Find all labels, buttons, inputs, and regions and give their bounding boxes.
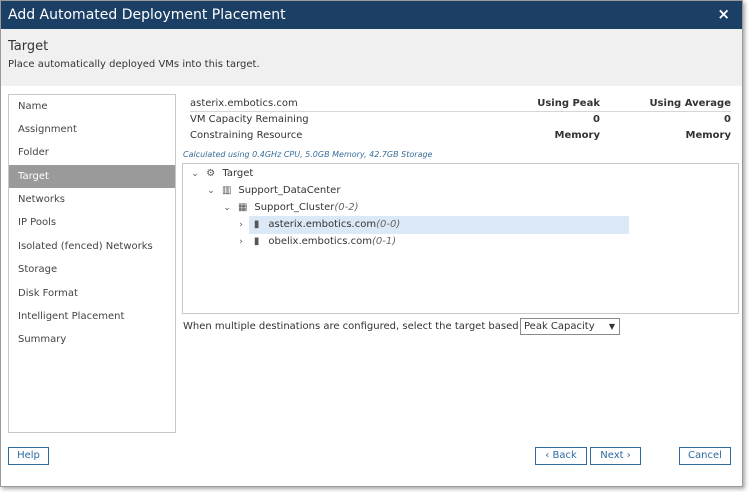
host-icon: ▮ — [253, 236, 260, 247]
nav-item-storage[interactable]: Storage — [9, 258, 175, 281]
back-label: Back — [552, 450, 577, 461]
chevron-down-icon[interactable]: ⌄ — [205, 183, 217, 200]
calculation-note: Calculated using 0.4GHz CPU, 5.0GB Memor… — [183, 150, 433, 159]
cancel-button[interactable]: Cancel — [679, 447, 731, 465]
tree-node-label: asterix.embotics.com — [268, 219, 377, 230]
col-header-peak: Using Peak — [537, 98, 600, 109]
row-label: Constraining Resource — [190, 130, 303, 141]
nav-item-folder[interactable]: Folder — [9, 141, 175, 164]
nav-item-networks[interactable]: Networks — [9, 188, 175, 211]
peak-value: Memory — [554, 130, 600, 141]
chevron-down-icon[interactable]: ⌄ — [189, 166, 201, 183]
help-button[interactable]: Help — [8, 447, 49, 465]
tree-node-datacenter[interactable]: ⌄ ▥ Support_DataCenter — [205, 182, 340, 199]
capacity-row: Constraining Resource Memory Memory — [190, 128, 731, 144]
next-button[interactable]: Next › — [590, 447, 641, 465]
row-label: VM Capacity Remaining — [190, 114, 309, 125]
chevron-right-icon[interactable]: › — [235, 234, 247, 251]
gear-icon: ⚙ — [206, 168, 216, 179]
col-header-average: Using Average — [649, 98, 731, 109]
cluster-icon: ▦ — [237, 202, 248, 213]
tree-node-cluster[interactable]: ⌄ ▦ Support_Cluster(0-2) — [221, 199, 359, 217]
dialog-titlebar: Add Automated Deployment Placement × — [1, 1, 742, 29]
tree-node-label: Support_Cluster — [254, 202, 335, 213]
capacity-header-row: asterix.embotics.com Using Peak Using Av… — [190, 96, 731, 112]
step-header: Target Place automatically deployed VMs … — [1, 29, 742, 86]
capacity-row: VM Capacity Remaining 0 0 — [190, 112, 731, 128]
chevron-left-icon: ‹ — [545, 450, 550, 461]
selection-strategy-select[interactable]: Peak Capacity ▼ — [520, 318, 620, 335]
tree-node-label: Target — [222, 168, 254, 179]
nav-item-summary[interactable]: Summary — [9, 328, 175, 351]
selection-strategy-label: When multiple destinations are configure… — [183, 321, 538, 332]
tree-node-count: (0-1) — [371, 236, 397, 247]
nav-item-target[interactable]: Target — [9, 165, 175, 188]
tree-node-target[interactable]: ⌄ ⚙ Target — [189, 165, 253, 182]
nav-item-name[interactable]: Name — [9, 95, 175, 118]
average-value: Memory — [685, 130, 731, 141]
tree-node-label: obelix.embotics.com — [268, 236, 372, 247]
back-button[interactable]: ‹ Back — [535, 447, 587, 465]
nav-item-disk-format[interactable]: Disk Format — [9, 282, 175, 305]
nav-item-assignment[interactable]: Assignment — [9, 118, 175, 141]
nav-item-intelligent-placement[interactable]: Intelligent Placement — [9, 305, 175, 328]
add-placement-dialog: Add Automated Deployment Placement × Tar… — [0, 0, 743, 487]
nav-item-ip-pools[interactable]: IP Pools — [9, 211, 175, 234]
host-icon: ▮ — [253, 219, 260, 230]
select-value: Peak Capacity — [524, 321, 595, 332]
chevron-right-icon: › — [626, 450, 631, 461]
step-subtitle: Place automatically deployed VMs into th… — [8, 59, 260, 70]
dropdown-arrow-icon: ▼ — [608, 322, 615, 331]
dialog-title: Add Automated Deployment Placement — [8, 7, 286, 23]
average-value: 0 — [724, 114, 731, 125]
peak-value: 0 — [593, 114, 600, 125]
close-icon[interactable]: × — [717, 5, 730, 23]
tree-node-count: (0-0) — [376, 219, 401, 230]
tree-node-count: (0-2) — [334, 202, 359, 213]
target-tree: ⌄ ⚙ Target ⌄ ▥ Support_DataCenter ⌄ ▦ Su… — [182, 163, 739, 314]
host-name: asterix.embotics.com — [190, 98, 298, 109]
nav-item-isolated-networks[interactable]: Isolated (fenced) Networks — [9, 235, 175, 258]
step-title: Target — [8, 39, 49, 54]
tree-node-label: Support_DataCenter — [238, 185, 341, 196]
next-label: Next — [600, 450, 624, 461]
tree-node-host-asterix[interactable]: › ▮ asterix.embotics.com(0-0) — [235, 216, 400, 233]
chevron-right-icon[interactable]: › — [235, 217, 247, 234]
tree-node-host-obelix[interactable]: › ▮ obelix.embotics.com(0-1) — [235, 233, 396, 250]
chevron-down-icon[interactable]: ⌄ — [221, 200, 233, 217]
wizard-nav: Name Assignment Folder Target Networks I… — [8, 94, 176, 433]
datacenter-icon: ▥ — [221, 185, 232, 196]
